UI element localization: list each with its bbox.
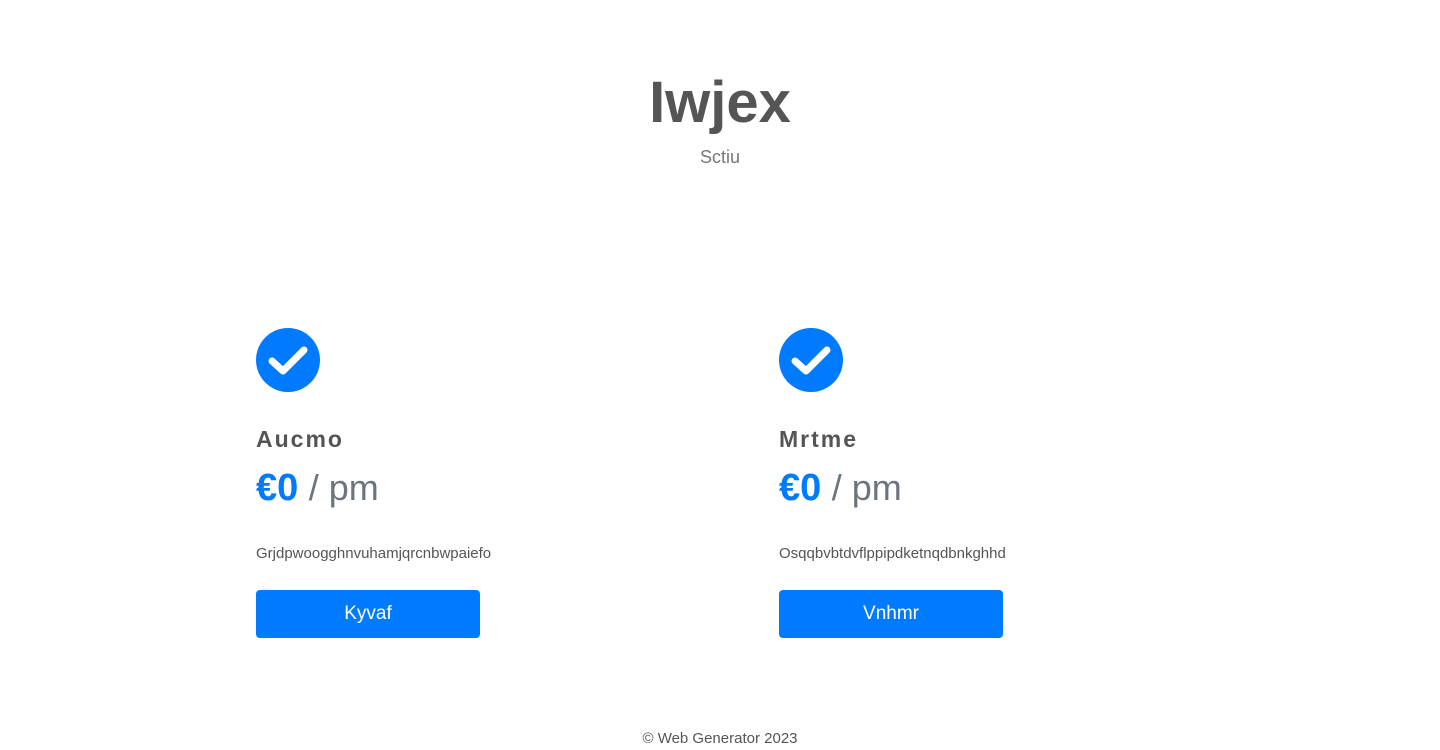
plan-description: Grjdpwoogghnvuhamjqrcnbwpaiefo bbox=[256, 545, 492, 562]
plan-price: €0 / pm bbox=[256, 466, 676, 518]
price-period: / pm bbox=[831, 467, 902, 508]
plan-name: Aucmo bbox=[256, 426, 344, 452]
footer-copyright: © Web Generator 2023 bbox=[642, 730, 798, 747]
page-header: Iwjex Sctiu bbox=[0, 70, 1440, 168]
site-title: Iwjex bbox=[649, 70, 791, 135]
plan-price: €0 / pm bbox=[779, 466, 1199, 518]
price-period: / pm bbox=[308, 467, 379, 508]
pricing-plan-card: Mrtme €0 / pm Osqqbvbtdvflppipdketnqdbnk… bbox=[779, 328, 1199, 638]
plan-select-button[interactable]: Kyvaf bbox=[256, 590, 480, 638]
page: Iwjex Sctiu Aucmo €0 / pm Grjdpwoogghnvu… bbox=[0, 0, 1440, 750]
plan-name: Mrtme bbox=[779, 426, 859, 452]
price-amount: €0 bbox=[256, 467, 299, 509]
site-subtitle: Sctiu bbox=[699, 147, 741, 167]
price-amount: €0 bbox=[779, 467, 822, 509]
check-circle-icon bbox=[256, 328, 320, 392]
plan-select-button[interactable]: Vnhmr bbox=[779, 590, 1003, 638]
plan-description: Osqqbvbtdvflppipdketnqdbnkghhd bbox=[779, 545, 1006, 562]
pricing-plan-card: Aucmo €0 / pm Grjdpwoogghnvuhamjqrcnbwpa… bbox=[256, 328, 676, 638]
check-circle-icon bbox=[779, 328, 843, 392]
